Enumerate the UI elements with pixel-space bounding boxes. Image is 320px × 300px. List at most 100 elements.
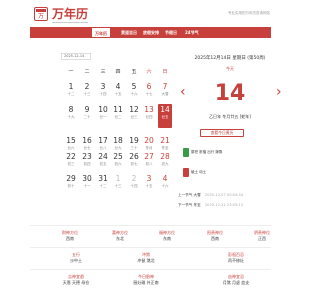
- prev-day-icon[interactable]: ‹: [180, 83, 186, 101]
- info-value: 东北: [116, 236, 124, 241]
- brand-underline: [52, 22, 88, 23]
- calendar-day-lunar: 冬月: [145, 146, 153, 150]
- info-cell: 阴贵神位 正西: [238, 230, 286, 242]
- calendar-day[interactable]: 6 十七: [142, 81, 156, 104]
- nav-item-fangjia[interactable]: 放假安排: [143, 27, 159, 38]
- yi-text: 祭祀 祈福 出行 嫁娶: [191, 150, 223, 154]
- info-cell: 彭祖百忌 丙不修灶: [212, 252, 260, 264]
- calendar-day[interactable]: 2 十三: [80, 81, 94, 104]
- divider: [30, 269, 271, 270]
- calendar-day-number: 7: [162, 82, 168, 91]
- calendar-day[interactable]: 3 十五: [142, 173, 156, 196]
- calendar-day-lunar: 三十: [130, 146, 138, 150]
- calendar-day[interactable]: 30 十一: [80, 173, 94, 196]
- calendar-day[interactable]: 1 十二: [64, 81, 78, 104]
- calendar-day[interactable]: 14 廿五: [158, 104, 172, 128]
- nav-item-wannianli[interactable]: 万年历: [91, 27, 111, 38]
- calendar-day-lunar: 十五: [145, 184, 153, 188]
- calendar-day-lunar: 初十: [67, 184, 75, 188]
- calendar-day[interactable]: 3 十四: [96, 81, 110, 104]
- side-lunar-line: 乙巳年 冬月廿五 [蛇年]: [209, 114, 251, 119]
- calendar-day[interactable]: 28 初九: [158, 151, 172, 174]
- calendar-day-lunar: 大雪: [161, 92, 169, 96]
- calendar-day[interactable]: 23 初四: [80, 151, 94, 174]
- info-cell: 凶神宜忌 月煞 月虚 血支: [212, 274, 260, 286]
- calendar-day-number: 20: [144, 136, 154, 145]
- calendar-day[interactable]: 26 初七: [127, 151, 141, 174]
- calendar-day-lunar: 廿九: [114, 146, 122, 150]
- calendar-day-lunar: 十三: [114, 184, 122, 188]
- calendar-day[interactable]: 7 大雪: [158, 81, 172, 104]
- calendar-day-number: 24: [98, 152, 108, 161]
- ji-text: 破土 动土: [191, 170, 207, 174]
- info-value: 月煞 月虚 血支: [222, 280, 250, 285]
- calendar-day[interactable]: 1 十三: [111, 173, 125, 196]
- calendar-day-lunar: 十九: [67, 115, 75, 119]
- calendar-day[interactable]: 29 初十: [64, 173, 78, 196]
- calendar-day[interactable]: 9 二十: [80, 104, 94, 127]
- calendar-day-lunar: 冬至: [161, 146, 169, 150]
- calendar-day-number: 2: [84, 82, 90, 91]
- calendar-day[interactable]: 31 十二: [96, 173, 110, 196]
- calendar-day-number: 3: [146, 174, 152, 183]
- calendar-day-number: 5: [131, 82, 137, 91]
- calendar-day-number: 6: [146, 82, 152, 91]
- weekday-header: 四: [115, 69, 121, 75]
- calendar-day[interactable]: 4 十五: [111, 81, 125, 104]
- info-cell: 阳贵神位 西南: [191, 230, 239, 242]
- calendar-day-lunar: 十二: [67, 92, 75, 96]
- next-jieqi-label: 下一节气: [178, 203, 193, 207]
- calendar-day-number: 10: [98, 105, 108, 114]
- calendar-day[interactable]: 4 十六: [158, 173, 172, 196]
- calendar-day-number: 8: [68, 105, 74, 114]
- next-jieqi-name: 冬至: [193, 203, 201, 207]
- calendar-day[interactable]: 12 廿三: [127, 104, 141, 127]
- calendar-day-lunar: 初三: [67, 162, 75, 166]
- weekday-header: 三: [100, 69, 106, 75]
- calendar-day-lunar: 廿六: [67, 146, 75, 150]
- yi-badge: [183, 148, 189, 157]
- next-jieqi[interactable]: 下一节气 冬至 2025-12-21 23:03:13: [178, 203, 243, 208]
- nav-item-jiejiari[interactable]: 节假日: [165, 27, 177, 38]
- info-cell: 喜神方位 东北: [96, 230, 144, 242]
- calendar-day-lunar: 十六: [161, 184, 169, 188]
- date-select[interactable]: 2025-12-14: [61, 53, 91, 60]
- weekday-header: 日: [162, 69, 168, 75]
- calendar-day-number: 14: [160, 105, 170, 114]
- main-nav: 万年历 黄道吉日 放假安排 节假日 24节气: [30, 27, 271, 38]
- calendar-day[interactable]: 8 十九: [64, 104, 78, 127]
- calendar-day[interactable]: 13 廿四: [142, 104, 156, 127]
- calendar-day-lunar: 十三: [83, 92, 91, 96]
- calendar-day[interactable]: 2 十四: [127, 173, 141, 196]
- big-day-number: 14: [214, 81, 246, 106]
- nav-item-jieqi[interactable]: 24节气: [185, 27, 199, 38]
- nav-item-huangdaojiri[interactable]: 黄道吉日: [121, 27, 137, 38]
- calendar-day[interactable]: 11 廿二: [111, 104, 125, 127]
- calendar-day-lunar: 廿一: [99, 115, 107, 119]
- calendar-day[interactable]: 25 初六: [111, 151, 125, 174]
- calendar-day-lunar: 廿七: [83, 146, 91, 150]
- calendar-day[interactable]: 10 廿一: [96, 104, 110, 127]
- prev-jieqi-name: 大雪: [193, 193, 201, 197]
- info-value: 沙中土: [70, 258, 82, 263]
- weekday-header: 一: [68, 69, 74, 75]
- calendar-day[interactable]: 27 初八: [142, 151, 156, 174]
- calendar-day-number: 28: [160, 152, 170, 161]
- calendar-day-number: 30: [82, 174, 92, 183]
- weekday-header: 五: [131, 69, 137, 75]
- ji-badge: [183, 168, 189, 177]
- calendar-day-number: 16: [82, 136, 92, 145]
- prev-jieqi[interactable]: 上一节气 大雪 2025-12-07 00:04:54: [178, 193, 243, 198]
- calendar-day-lunar: 十二: [99, 184, 107, 188]
- calendar-day-lunar: 廿二: [114, 115, 122, 119]
- calendar-day[interactable]: 5 十六: [127, 81, 141, 104]
- calendar-day[interactable]: 24 初五: [96, 151, 110, 174]
- next-day-icon[interactable]: ›: [276, 83, 282, 101]
- site-tagline: 专业实用的万年历查询网站: [228, 11, 270, 15]
- calendar-day-number: 1: [115, 174, 121, 183]
- calendar-day-lunar: 初六: [114, 162, 122, 166]
- huangli-button[interactable]: 查看今日黄历: [200, 129, 244, 137]
- calendar-day[interactable]: 22 初三: [64, 151, 78, 174]
- calendar-day-number: 19: [129, 136, 139, 145]
- brand-name[interactable]: 万年历: [52, 7, 88, 21]
